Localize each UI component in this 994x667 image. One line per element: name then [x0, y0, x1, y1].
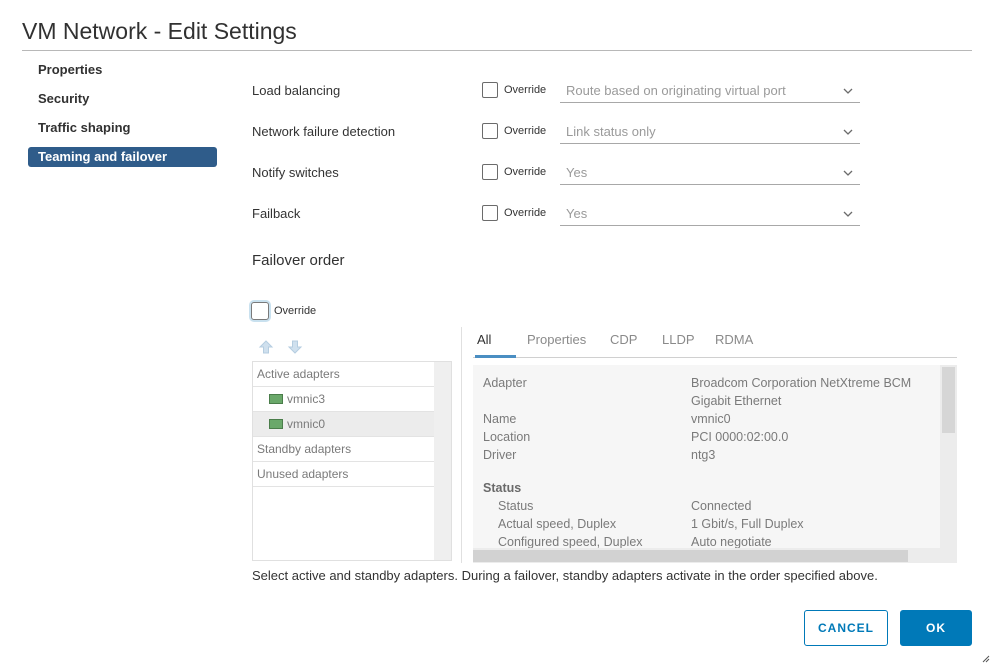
- adapter-name: vmnic0: [287, 417, 326, 431]
- network-failure-detection-label: Network failure detection: [252, 124, 396, 139]
- select-value: Link status only: [566, 124, 656, 139]
- details-horizontal-scrollbar[interactable]: [473, 548, 957, 563]
- detail-value-adapter: Broadcom Corporation NetXtreme BCM: [691, 376, 912, 390]
- list-group-standby-adapters: Standby adapters: [253, 437, 435, 462]
- list-group-active-adapters: Active adapters: [253, 362, 435, 387]
- chevron-down-icon: [843, 211, 853, 217]
- network-adapter-icon: [269, 419, 283, 429]
- cancel-button[interactable]: CANCEL: [804, 610, 888, 646]
- notify-switches-select[interactable]: Yes: [560, 163, 860, 185]
- adapter-details-panel: Adapter Broadcom Corporation NetXtreme B…: [473, 365, 957, 563]
- detail-key-name: Name: [483, 412, 517, 426]
- detail-value-actual-speed: 1 Gbit/s, Full Duplex: [691, 517, 804, 531]
- failover-override-label: Override: [274, 305, 317, 317]
- failback-row: Failback Override Yes: [252, 204, 862, 228]
- chevron-down-icon: [843, 88, 853, 94]
- network-failure-detection-override-checkbox[interactable]: [482, 123, 498, 139]
- override-label: Override: [504, 166, 547, 178]
- detail-value-adapter-cont: Gigabit Ethernet: [691, 394, 782, 408]
- nav-item-teaming-and-failover[interactable]: Teaming and failover: [28, 147, 217, 167]
- detail-value-configured-speed: Auto negotiate: [691, 535, 772, 549]
- scrollbar-thumb[interactable]: [942, 367, 955, 433]
- status-heading: Status: [483, 481, 522, 495]
- move-down-icon[interactable]: [287, 339, 303, 355]
- nav-item-traffic-shaping[interactable]: Traffic shaping: [28, 118, 217, 138]
- resize-handle-icon[interactable]: [982, 655, 990, 663]
- network-adapter-icon: [269, 394, 283, 404]
- failback-override-checkbox[interactable]: [482, 205, 498, 221]
- load-balancing-row: Load balancing Override Route based on o…: [252, 81, 862, 105]
- detail-value-status: Connected: [691, 499, 752, 513]
- load-balancing-label: Load balancing: [252, 83, 341, 98]
- network-failure-detection-select[interactable]: Link status only: [560, 122, 860, 144]
- adapter-order-list: Active adapters vmnic3 vmnic0 Standby ad…: [252, 361, 452, 561]
- network-failure-detection-row: Network failure detection Override Link …: [252, 122, 862, 146]
- list-scrollbar[interactable]: [434, 362, 451, 560]
- detail-key-configured-speed: Configured speed, Duplex: [498, 535, 643, 549]
- details-tabs: All Properties CDP LLDP RDMA: [473, 327, 957, 358]
- detail-value-location: PCI 0000:02:00.0: [691, 430, 789, 444]
- notify-switches-override-checkbox[interactable]: [482, 164, 498, 180]
- detail-key-location: Location: [483, 430, 531, 444]
- nav-item-security[interactable]: Security: [28, 89, 217, 109]
- failover-order-title: Failover order: [252, 252, 345, 269]
- failback-select[interactable]: Yes: [560, 204, 860, 226]
- details-vertical-scrollbar[interactable]: [940, 365, 957, 548]
- detail-key-status: Status: [498, 499, 534, 513]
- detail-value-name: vmnic0: [691, 412, 731, 426]
- move-up-icon[interactable]: [258, 339, 274, 355]
- notify-switches-label: Notify switches: [252, 165, 339, 180]
- failback-label: Failback: [252, 206, 301, 221]
- order-arrows: [258, 339, 312, 360]
- ok-button[interactable]: OK: [900, 610, 972, 646]
- title-divider: [22, 50, 972, 51]
- notify-switches-row: Notify switches Override Yes: [252, 163, 862, 187]
- select-value: Yes: [566, 165, 588, 180]
- list-item-vmnic0[interactable]: vmnic0: [253, 412, 435, 437]
- override-label: Override: [504, 125, 547, 137]
- tab-lldp[interactable]: LLDP: [662, 332, 695, 358]
- nav-item-properties[interactable]: Properties: [28, 60, 217, 80]
- dialog-title: VM Network - Edit Settings: [22, 18, 297, 44]
- list-group-unused-adapters: Unused adapters: [253, 462, 435, 487]
- load-balancing-select[interactable]: Route based on originating virtual port: [560, 81, 860, 103]
- scrollbar-thumb[interactable]: [473, 550, 908, 562]
- tab-rdma[interactable]: RDMA: [715, 332, 753, 358]
- select-value: Route based on originating virtual port: [566, 83, 786, 98]
- select-value: Yes: [566, 206, 588, 221]
- list-item-vmnic3[interactable]: vmnic3: [253, 387, 435, 412]
- settings-nav: Properties Security Traffic shaping Team…: [28, 60, 217, 176]
- tab-all[interactable]: All: [475, 332, 516, 358]
- detail-value-driver: ntg3: [691, 448, 716, 462]
- detail-key-adapter: Adapter: [483, 376, 527, 390]
- adapter-name: vmnic3: [287, 392, 326, 406]
- detail-key-actual-speed: Actual speed, Duplex: [498, 517, 617, 531]
- chevron-down-icon: [843, 170, 853, 176]
- override-label: Override: [504, 84, 547, 96]
- failover-override-checkbox[interactable]: [251, 302, 269, 320]
- tab-properties[interactable]: Properties: [527, 332, 586, 358]
- override-label: Override: [504, 207, 547, 219]
- failover-help-text: Select active and standby adapters. Duri…: [252, 568, 878, 583]
- tab-cdp[interactable]: CDP: [610, 332, 637, 358]
- load-balancing-override-checkbox[interactable]: [482, 82, 498, 98]
- detail-key-driver: Driver: [483, 448, 517, 462]
- panel-divider: [461, 327, 462, 563]
- chevron-down-icon: [843, 129, 853, 135]
